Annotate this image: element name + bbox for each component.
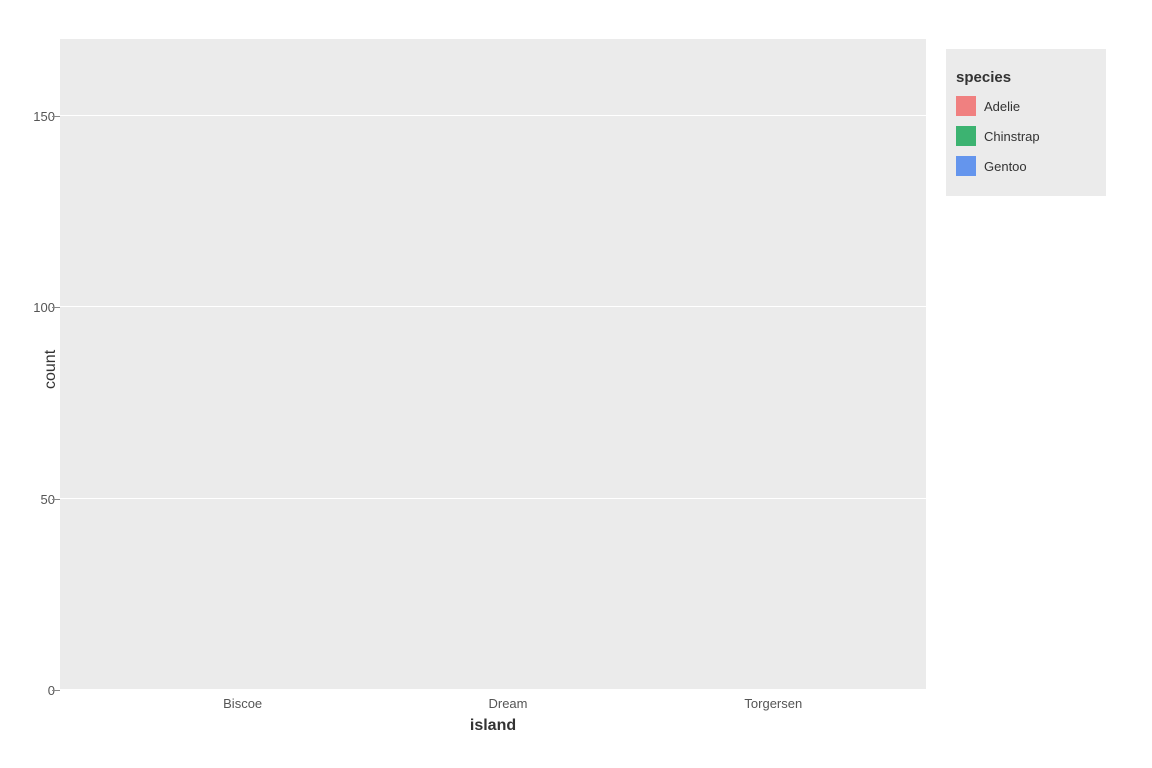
plot-section: 050100150 Biscoe Dream Torgersen island bbox=[60, 39, 926, 739]
plot-inner: 050100150 bbox=[60, 39, 926, 690]
legend-swatch bbox=[956, 96, 976, 116]
x-axis-label: island bbox=[60, 713, 926, 739]
y-tick-dash bbox=[52, 307, 60, 308]
x-tick-label: Dream bbox=[420, 696, 595, 711]
legend-label: Adelie bbox=[984, 99, 1020, 114]
y-tick-dash bbox=[52, 499, 60, 500]
legend-item: Gentoo bbox=[956, 156, 1096, 176]
legend-swatch bbox=[956, 126, 976, 146]
bars-area bbox=[60, 39, 926, 690]
grid-and-bars: 050100150 bbox=[60, 39, 926, 690]
bar-group bbox=[682, 49, 868, 690]
chart-area: count 050100150 Biscoe Dream Torgersen isl… bbox=[36, 39, 1116, 739]
bar-group bbox=[118, 49, 304, 690]
legend-item: Adelie bbox=[956, 96, 1096, 116]
y-tick-label: 0 bbox=[15, 683, 55, 698]
legend-item: Chinstrap bbox=[956, 126, 1096, 146]
bar-group bbox=[400, 49, 586, 690]
y-tick-dash bbox=[52, 690, 60, 691]
legend: species Adelie Chinstrap Gentoo bbox=[946, 49, 1106, 196]
chart-container: count 050100150 Biscoe Dream Torgersen isl… bbox=[26, 19, 1126, 749]
x-tick-label: Biscoe bbox=[155, 696, 330, 711]
x-axis: Biscoe Dream Torgersen bbox=[60, 690, 926, 713]
legend-label: Chinstrap bbox=[984, 129, 1040, 144]
y-axis-label: count bbox=[36, 39, 60, 699]
legend-swatch bbox=[956, 156, 976, 176]
y-tick-label: 150 bbox=[15, 109, 55, 124]
legend-label: Gentoo bbox=[984, 159, 1027, 174]
y-tick-label: 50 bbox=[15, 492, 55, 507]
plot-and-legend: 050100150 Biscoe Dream Torgersen island sp… bbox=[60, 39, 1116, 739]
y-tick-label: 100 bbox=[15, 300, 55, 315]
y-tick-dash bbox=[52, 116, 60, 117]
x-tick-label: Torgersen bbox=[686, 696, 861, 711]
legend-title: species bbox=[956, 69, 1096, 86]
